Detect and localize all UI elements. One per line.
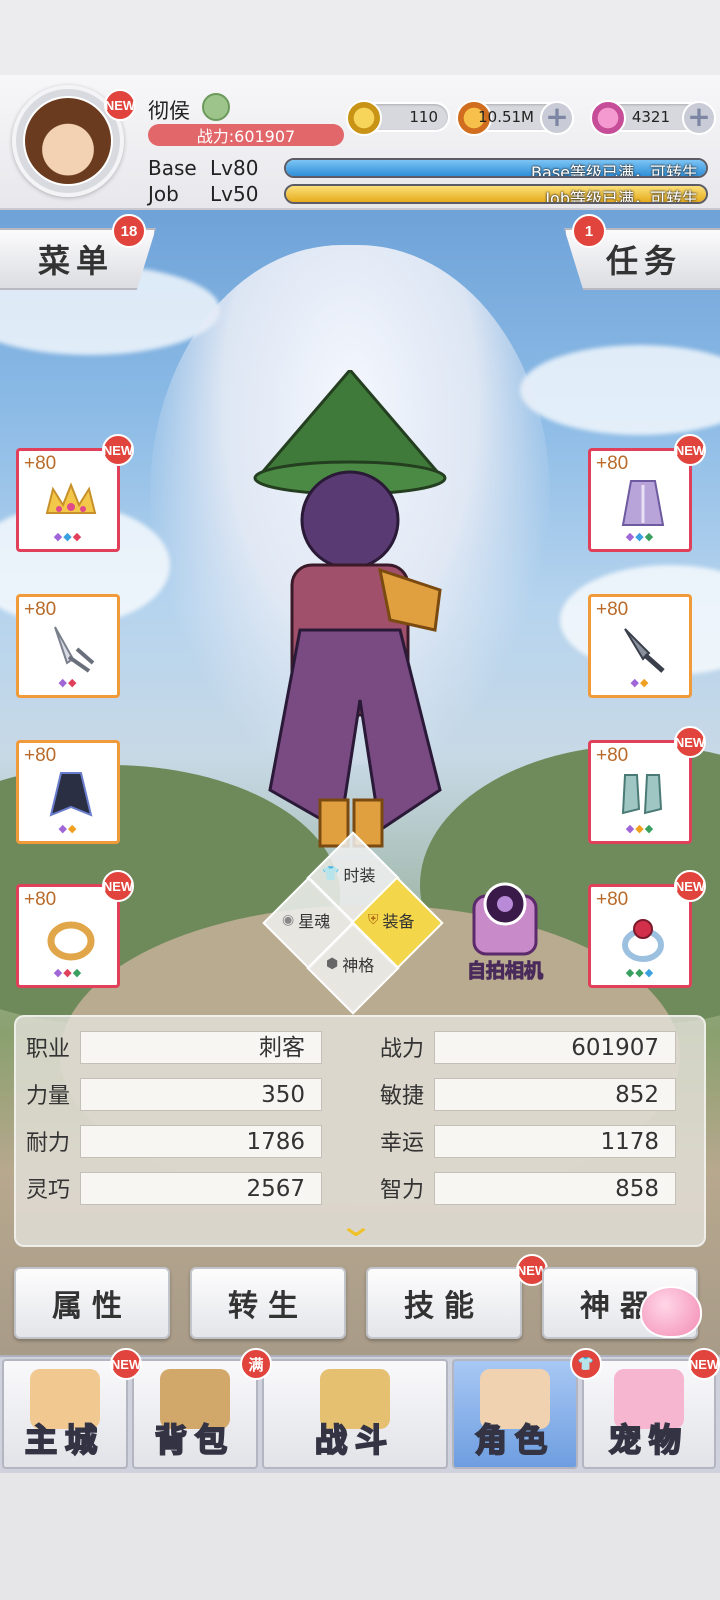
camera-icon [472,882,538,956]
player-name: 彻侯 [148,99,190,123]
poring-mascot-icon[interactable] [640,1286,702,1338]
headgear-new-badge: NEW [102,434,134,466]
katar-weapon-icon [54,626,95,673]
dagger-weapon-icon [624,628,665,673]
gold-currency: 10.51M + [456,100,574,136]
avatar-portrait [23,96,113,186]
nav-pet-label: 宠物 [608,1420,689,1460]
equip-slot-shoes[interactable]: +80 ◆◆◆ [588,740,692,844]
quest-tab-label: 任务 [605,242,682,280]
combat-power: 战力:601907 [148,124,344,146]
nav-backpack-label: 背包 [154,1420,235,1460]
gem-currency: 4321 + [590,100,716,136]
expand-chevron-icon[interactable]: ⌄ [328,1209,384,1241]
menu-badge: 18 [112,214,146,248]
ruby-ring-icon [622,919,664,962]
base-level: Lv80 [210,156,259,180]
selfie-camera-label: 自拍相机 [466,960,543,983]
add-gold-button[interactable]: + [540,101,574,135]
selfie-camera-button[interactable]: 自拍相机 [460,880,550,983]
nav-character[interactable]: 角色 [452,1359,578,1469]
base-exp-bar: Base等级已满，可转生 [284,158,708,178]
cape-icon [49,772,93,817]
job-exp-bar: Job等级已满，可转生 [284,184,708,204]
stat-label: 灵巧 [26,1178,71,1203]
nav-battle-label: 战斗 [314,1420,395,1460]
fashion-mode-label: 👕 时装 [322,866,376,885]
shirt-icon: 👕 [570,1348,602,1380]
job-label: Job [148,182,179,206]
equip-slot-offhand[interactable]: +80 ◆◆ [588,594,692,698]
equip-slot-accessory-left[interactable]: +80 ◆◆◆ [16,884,120,988]
nav-battle[interactable]: 战斗 [262,1359,448,1469]
quest-badge: 1 [572,214,606,248]
cube-icon: ⬢ [326,956,339,972]
boots-icon [621,774,663,815]
stat-label: 耐力 [26,1131,71,1156]
tab-skills[interactable]: 技能 [366,1267,522,1339]
add-gem-button[interactable]: + [682,101,716,135]
zeny-value: 110 [409,108,438,126]
player-header: NEW 彻侯 战力:601907 Base Lv80 Base等级已满，可转生 … [0,75,720,210]
equip-slot-garment[interactable]: +80 ◆◆ [16,740,120,844]
base-exp-text: Base等级已满，可转生 [531,163,698,178]
stat-label: 战力 [380,1037,425,1062]
star-soul-icon: ◉ [282,912,295,928]
gold-value: 10.51M [478,108,534,126]
equip-slot-headgear[interactable]: +80 ◆◆◆ [16,448,120,552]
gold-ring-icon [47,921,95,961]
base-label: Base [148,156,197,180]
accessory-left-new-badge: NEW [102,870,134,902]
avatar-new-badge: NEW [104,89,136,121]
tab-attributes[interactable]: 属性 [14,1267,170,1339]
gem-value: 4321 [631,108,670,126]
stat-value: 1786 [80,1125,322,1158]
pet-new-badge: NEW [688,1348,720,1380]
crown-icon [45,482,97,514]
system-bottom-area [0,1473,720,1600]
stat-label: 幸运 [380,1131,425,1156]
nav-backpack[interactable]: 背包 [132,1359,258,1469]
zeny-currency: 110 [346,100,450,136]
stat-label: 智力 [380,1178,425,1203]
equip-slot-armor[interactable]: +80 ◆◆◆ [588,448,692,552]
equip-slot-accessory-right[interactable]: +80 ◆◆◆ [588,884,692,988]
stat-value: 刺客 [80,1031,322,1064]
armor-icon: ⛨ [368,912,379,928]
job-level: Lv50 [210,182,259,206]
menu-tab-label: 菜单 [37,242,114,280]
stat-value: 1178 [434,1125,676,1158]
stat-value: 852 [434,1078,676,1111]
stat-value: 2567 [80,1172,322,1205]
nav-character-label: 角色 [474,1420,555,1460]
backpack-full-badge: 满 [240,1348,272,1380]
equip-slot-weapon[interactable]: +80 ◆◆ [16,594,120,698]
stat-label: 力量 [26,1084,71,1109]
player-character[interactable] [250,370,450,870]
stat-label: 敏捷 [380,1084,425,1109]
zeny-coin-icon [346,100,382,136]
divine-mode-label: ⬢ 神格 [326,956,375,975]
stat-value: 350 [80,1078,322,1111]
nav-main-city-label: 主城 [24,1420,105,1460]
nav-main-city[interactable]: 主城 [2,1359,128,1469]
stat-label: 职业 [26,1037,71,1062]
shoes-new-badge: NEW [674,726,706,758]
equip-mode-label: ⛨ 装备 [368,912,415,931]
star-soul-mode-label: ◉ 星魂 [282,912,331,931]
main-city-new-badge: NEW [110,1348,142,1380]
pink-gem-icon [590,100,626,136]
tab-rebirth[interactable]: 转生 [190,1267,346,1339]
shirt-icon: 👕 [322,866,340,882]
robe-armor-icon [621,480,665,526]
guild-emblem-icon[interactable] [202,93,230,121]
job-exp-text: Job等级已满，可转生 [545,189,698,204]
accessory-right-new-badge: NEW [674,870,706,902]
stat-value: 601907 [434,1031,676,1064]
stat-value: 858 [434,1172,676,1205]
armor-new-badge: NEW [674,434,706,466]
